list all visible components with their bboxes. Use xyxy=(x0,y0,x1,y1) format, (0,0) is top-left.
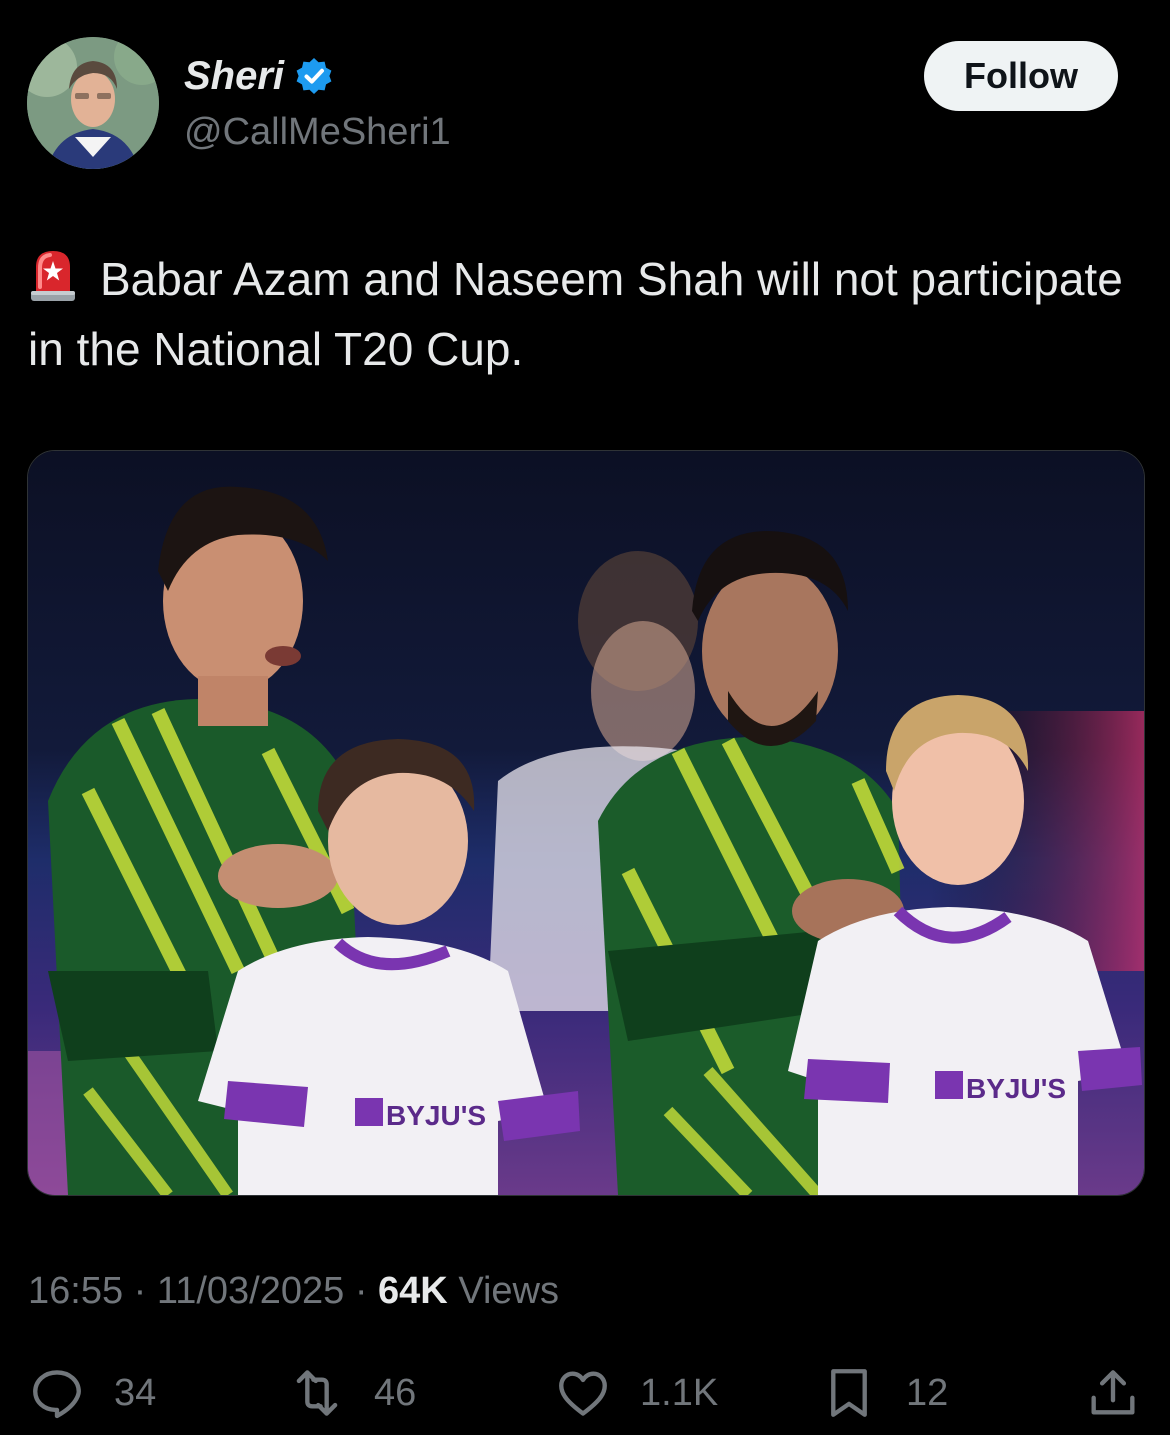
jersey-logo-left: BYJU'S xyxy=(386,1100,486,1131)
reply-button[interactable]: 34 xyxy=(28,1360,156,1426)
views-count: 64K xyxy=(378,1270,448,1312)
reply-count: 34 xyxy=(114,1371,157,1414)
follow-button[interactable]: Follow xyxy=(924,41,1118,111)
author-name-row[interactable]: Sheri xyxy=(184,52,334,100)
author-avatar[interactable] xyxy=(27,37,159,169)
tweet-actions: 34 46 1.1K 12 xyxy=(0,1360,1170,1430)
bookmark-button[interactable]: 12 xyxy=(820,1360,948,1426)
avatar-image xyxy=(27,37,159,169)
police-siren-icon xyxy=(31,251,75,301)
like-count: 1.1K xyxy=(640,1371,719,1414)
jersey-logo-right: BYJU'S xyxy=(966,1073,1066,1104)
reply-icon xyxy=(33,1370,81,1419)
bookmark-icon xyxy=(831,1369,867,1417)
tweet-time[interactable]: 16:55 xyxy=(28,1270,123,1312)
like-button[interactable]: 1.1K xyxy=(554,1360,718,1426)
repost-icon xyxy=(296,1370,338,1416)
bookmark-count: 12 xyxy=(906,1371,949,1414)
author-handle[interactable]: @CallMeSheri1 xyxy=(184,108,451,156)
repost-count: 46 xyxy=(374,1371,417,1414)
tweet-text: Babar Azam and Naseem Shah will not part… xyxy=(28,244,1138,384)
share-icon xyxy=(1091,1370,1135,1415)
heart-icon xyxy=(559,1371,607,1416)
share-button[interactable] xyxy=(1084,1360,1142,1426)
meta-separator: · xyxy=(133,1270,147,1312)
views-label: Views xyxy=(458,1270,559,1312)
tweet-photo[interactable]: BYJU'S BYJU'S xyxy=(27,450,1145,1196)
verified-badge-icon xyxy=(296,58,332,94)
tweet-body: Babar Azam and Naseem Shah will not part… xyxy=(28,253,1123,375)
repost-button[interactable]: 46 xyxy=(288,1360,416,1426)
photo-cricketers-anthem: BYJU'S BYJU'S xyxy=(28,451,1144,1195)
tweet-date[interactable]: 11/03/2025 xyxy=(157,1270,344,1312)
author-display-name[interactable]: Sheri xyxy=(184,52,284,100)
meta-separator: · xyxy=(354,1270,368,1312)
tweet-meta: 16:55 · 11/03/2025 · 64K Views xyxy=(28,1266,559,1316)
